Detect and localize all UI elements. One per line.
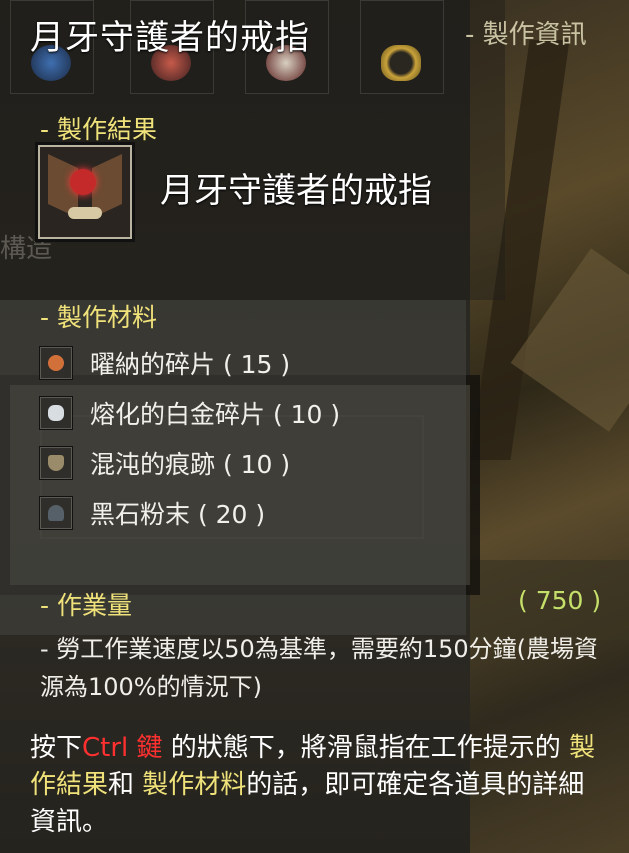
ctrl-hint-text: 按下Ctrl 鍵 的狀態下，將滑鼠指在工作提示的 製作結果和 製作材料的話，即可…	[30, 730, 610, 841]
workload-section-title: - 作業量	[40, 591, 132, 620]
ctrl-key-label: Ctrl 鍵	[82, 733, 163, 763]
workload-description: - 勞工作業速度以50為基準，需要約150分鐘(農場資源為100%的情況下)	[40, 635, 598, 701]
material-label: 熔化的白金碎片 ( 10 )	[90, 400, 341, 429]
result-section-title: - 製作結果	[40, 115, 157, 144]
orange-orb-icon	[40, 347, 72, 379]
window-title: 月牙守護者的戒指	[30, 18, 310, 58]
material-label: 混沌的痕跡 ( 10 )	[90, 450, 291, 479]
hint-text: 和	[108, 770, 143, 800]
material-label: 曜納的碎片 ( 15 )	[90, 350, 291, 379]
silver-piece-icon	[40, 397, 72, 429]
result-item-slot[interactable]	[38, 145, 132, 239]
black-powder-icon	[40, 497, 72, 529]
crest-ring-icon	[70, 169, 96, 195]
result-item-name: 月牙守護者的戒指	[160, 171, 432, 211]
crest-ring-icon	[68, 207, 102, 219]
hint-term-materials: 製作材料	[142, 770, 247, 800]
materials-section-title: - 製作材料	[40, 303, 157, 332]
dark-mark-icon	[40, 447, 72, 479]
item-slot[interactable]	[360, 0, 444, 94]
necklace-item-icon	[381, 45, 421, 81]
crafting-info-link[interactable]: - 製作資訊	[465, 14, 587, 51]
material-label: 黑石粉末 ( 20 )	[90, 500, 266, 529]
hint-text: 的狀態下，將滑鼠指在工作提示的	[162, 733, 570, 763]
workload-value: ( 750 )	[518, 586, 602, 615]
hint-text: 按下	[30, 733, 83, 763]
